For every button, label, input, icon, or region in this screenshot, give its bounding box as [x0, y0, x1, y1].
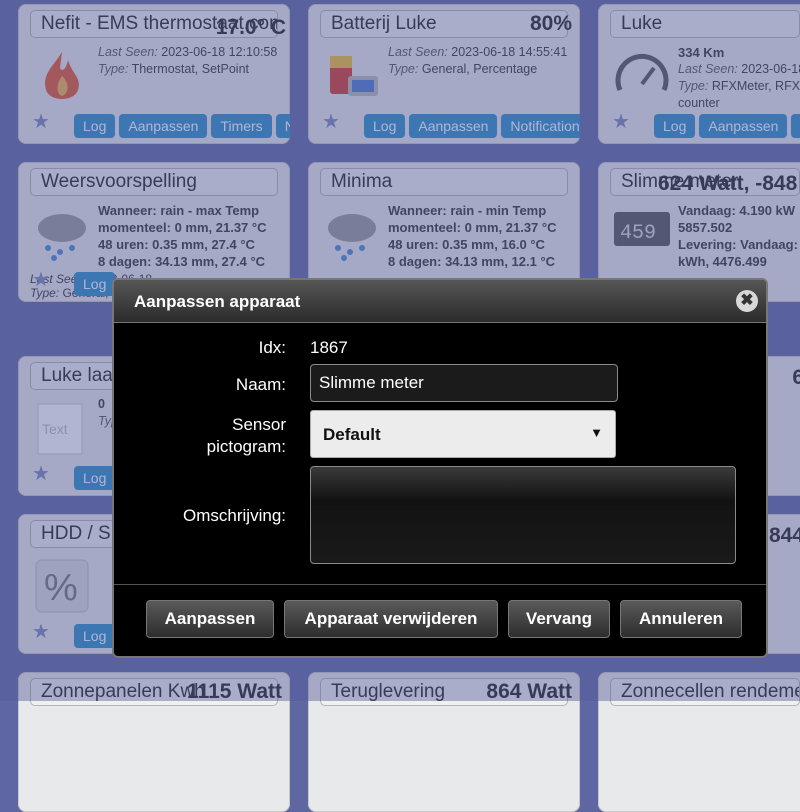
description-textarea[interactable]: [310, 466, 736, 564]
edit-device-dialog: Aanpassen apparaat ✖ Idx: 1867 Naam: Sli…: [112, 278, 768, 658]
delete-device-button[interactable]: Apparaat verwijderen: [284, 600, 498, 638]
idx-label: Idx:: [258, 338, 286, 357]
sensor-icon-label: Sensor pictogram:: [206, 415, 286, 456]
dialog-footer-divider: [114, 584, 766, 585]
replace-button[interactable]: Vervang: [508, 600, 610, 638]
chevron-down-icon: ▼: [590, 425, 603, 440]
dialog-header: Aanpassen apparaat ✖: [114, 280, 766, 323]
name-input[interactable]: Slimme meter: [310, 364, 618, 402]
cancel-button[interactable]: Annuleren: [620, 600, 742, 638]
idx-value: 1867: [310, 338, 348, 357]
update-button[interactable]: Aanpassen: [146, 600, 274, 638]
description-label: Omschrijving:: [183, 506, 286, 525]
sensor-icon-select[interactable]: Default ▼: [310, 410, 616, 458]
name-label: Naam:: [235, 375, 286, 394]
close-icon[interactable]: ✖: [736, 290, 758, 312]
dialog-title: Aanpassen apparaat: [134, 292, 301, 311]
